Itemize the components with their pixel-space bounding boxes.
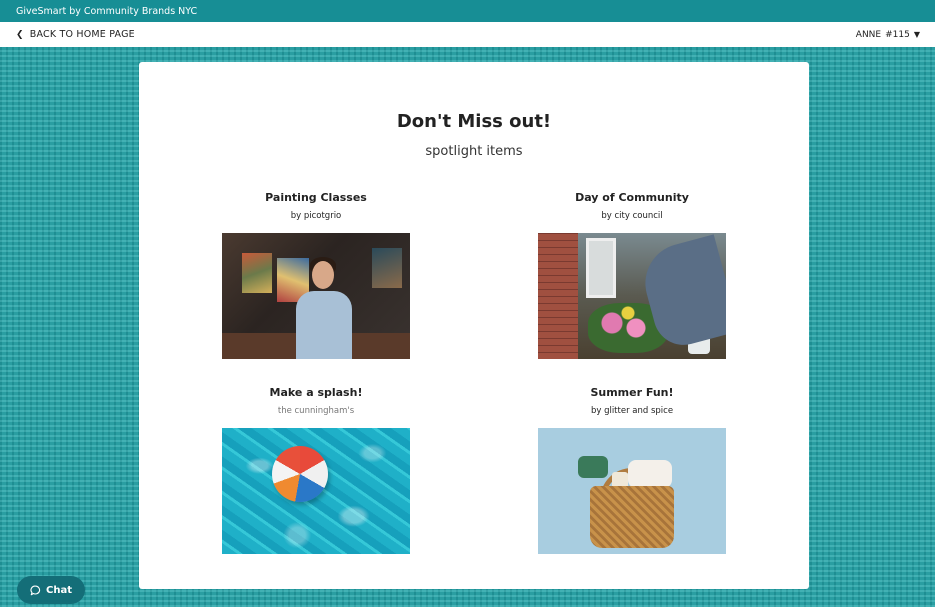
- item-photo-gardening[interactable]: [538, 233, 726, 359]
- page-subtitle: spotlight items: [425, 144, 523, 159]
- back-to-home-link[interactable]: ❮ BACK TO HOME PAGE: [16, 29, 135, 40]
- spotlight-item-make-a-splash[interactable]: Make a splash! the cunningham's: [186, 385, 446, 554]
- user-number: #115: [885, 29, 910, 40]
- item-photo-painting-studio[interactable]: [222, 233, 410, 359]
- item-donor: by picotgrio: [290, 211, 342, 221]
- item-donor: the cunningham's: [277, 406, 355, 416]
- item-photo-pool-beach-ball[interactable]: [222, 428, 410, 554]
- item-name[interactable]: Painting Classes: [186, 190, 446, 206]
- chat-button[interactable]: Chat: [17, 576, 85, 604]
- item-photo-beach-basket[interactable]: [538, 428, 726, 554]
- chat-label: Chat: [46, 584, 72, 596]
- brand-name: GiveSmart by Community Brands NYC: [16, 5, 198, 17]
- spotlight-item-painting-classes[interactable]: Painting Classes by picotgrio: [186, 190, 446, 359]
- chat-bubble-icon: [30, 585, 41, 595]
- item-name[interactable]: Day of Community: [502, 190, 762, 206]
- item-donor: by city council: [601, 211, 663, 221]
- spotlight-item-summer-fun[interactable]: Summer Fun! by glitter and spice: [502, 385, 762, 554]
- item-name[interactable]: Summer Fun!: [502, 385, 762, 401]
- caret-down-icon: ▼: [913, 30, 920, 39]
- user-name: ANNE: [855, 29, 882, 40]
- back-link-label: BACK TO HOME PAGE: [29, 29, 135, 40]
- brand-bar: GiveSmart by Community Brands NYC: [0, 0, 935, 22]
- item-name[interactable]: Make a splash!: [186, 385, 446, 401]
- user-menu[interactable]: ANNE #115 ▼: [856, 30, 920, 40]
- nav-bar: ❮ BACK TO HOME PAGE ANNE #115 ▼: [0, 22, 935, 47]
- item-donor: by glitter and spice: [590, 406, 674, 416]
- spotlight-item-day-of-community[interactable]: Day of Community by city council: [502, 190, 762, 359]
- page-title: Don't Miss out!: [396, 111, 552, 132]
- chevron-left-icon: ❮: [16, 29, 24, 40]
- spotlight-card: Don't Miss out! spotlight items Painting…: [139, 62, 809, 589]
